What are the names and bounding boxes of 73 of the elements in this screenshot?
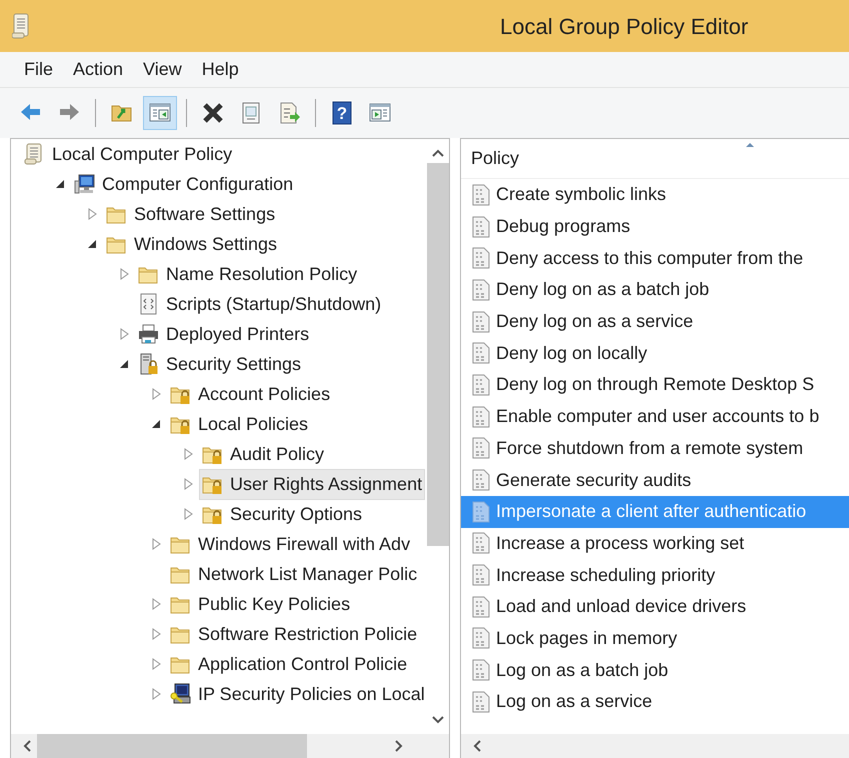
- policy-icon: [471, 342, 491, 364]
- policy-row[interactable]: Deny log on through Remote Desktop S: [461, 369, 849, 401]
- menu-item[interactable]: File: [16, 54, 62, 85]
- policy-row[interactable]: Deny log on locally: [461, 337, 849, 370]
- policy-row[interactable]: Log on as a service: [461, 686, 849, 718]
- policy-icon: [471, 247, 491, 270]
- horizontal-scrollbar[interactable]: [461, 734, 849, 758]
- policy-row[interactable]: Force shutdown from a remote system: [461, 432, 849, 464]
- policy-icon: [471, 437, 491, 460]
- policy-row[interactable]: Deny log on as a service: [461, 306, 849, 338]
- tree-item[interactable]: Audit Policy: [199, 438, 328, 470]
- tree-item[interactable]: Local Computer Policy: [21, 139, 236, 170]
- tree-item[interactable]: Software Restriction Policie: [167, 618, 420, 650]
- policy-row[interactable]: Enable computer and user accounts to b: [461, 400, 849, 432]
- policy-icon: [471, 564, 491, 586]
- policy-icon: [471, 278, 491, 301]
- tree-item[interactable]: Software Settings: [103, 198, 278, 230]
- tree-item[interactable]: Public Key Policies: [167, 588, 354, 620]
- menu-item[interactable]: View: [135, 54, 190, 85]
- policy-row[interactable]: Generate security audits: [461, 464, 849, 496]
- policy-row[interactable]: Create symbolic links: [461, 179, 849, 211]
- scrollbar-thumb[interactable]: [37, 734, 307, 758]
- scroll-left-icon[interactable]: [473, 740, 481, 752]
- computer-icon: [74, 173, 96, 195]
- policy-icon: [471, 310, 491, 333]
- policy-row[interactable]: Load and unload device drivers: [461, 590, 849, 623]
- policy-icon: [471, 596, 491, 618]
- policy-icon: [471, 500, 491, 523]
- policy-icon: [471, 374, 491, 396]
- scrollbar-thumb[interactable]: [427, 163, 449, 546]
- policy-icon: [471, 690, 491, 713]
- policy-icon: [471, 659, 491, 682]
- column-header[interactable]: Policy: [461, 139, 849, 179]
- policy-row[interactable]: Debug programs: [461, 210, 849, 242]
- pane-button[interactable]: [143, 96, 177, 130]
- policy-icon: [471, 184, 491, 206]
- policy-row[interactable]: Lock pages in memory: [461, 622, 849, 654]
- policy-icon: [471, 532, 491, 554]
- policy-icon: [471, 406, 491, 428]
- tree-item[interactable]: Name Resolution Policy: [135, 258, 360, 290]
- window-title: Local Group Policy Editor: [500, 12, 748, 41]
- tree-item[interactable]: Security Options: [199, 498, 366, 530]
- policy-row[interactable]: Deny access to this computer from the: [461, 242, 849, 274]
- policy-icon: [471, 627, 491, 650]
- scroll-left-icon[interactable]: [23, 740, 31, 752]
- policy-icon: [471, 469, 491, 492]
- horizontal-scrollbar[interactable]: [11, 734, 449, 758]
- printer-icon: [138, 323, 160, 345]
- server-lock-icon: [138, 353, 160, 375]
- policy-row[interactable]: Deny log on as a batch job: [461, 274, 849, 306]
- scroll-up-icon[interactable]: [432, 149, 444, 157]
- tree-item[interactable]: User Rights Assignment: [199, 468, 426, 500]
- tree-item[interactable]: Application Control Policie: [167, 648, 410, 680]
- policy-row[interactable]: Log on as a batch job: [461, 654, 849, 686]
- policy-icon: [471, 216, 491, 238]
- policy-row[interactable]: Increase scheduling priority: [461, 559, 849, 591]
- tree-item[interactable]: Windows Firewall with Adv: [167, 528, 414, 560]
- tree-item[interactable]: IP Security Policies on Local: [167, 678, 427, 710]
- tree-item[interactable]: Local Policies: [167, 408, 312, 440]
- tree-item[interactable]: Scripts (Startup/Shutdown): [135, 288, 384, 320]
- tree-item[interactable]: Security Settings: [135, 348, 304, 380]
- policy-row[interactable]: Increase a process working set: [461, 528, 849, 560]
- tree-item[interactable]: Network List Manager Polic: [167, 558, 420, 590]
- tree-item[interactable]: Computer Configuration: [71, 168, 296, 200]
- tree-item[interactable]: Account Policies: [167, 378, 334, 410]
- menu-item[interactable]: Help: [194, 54, 247, 85]
- app-icon: [12, 13, 30, 39]
- menu-item[interactable]: Action: [65, 54, 132, 85]
- scroll-right-icon[interactable]: [395, 740, 403, 752]
- computer-key-icon: [170, 683, 192, 705]
- tree-item[interactable]: Windows Settings: [103, 228, 280, 260]
- scroll-down-icon[interactable]: [432, 716, 444, 724]
- tree-item[interactable]: Deployed Printers: [135, 318, 312, 350]
